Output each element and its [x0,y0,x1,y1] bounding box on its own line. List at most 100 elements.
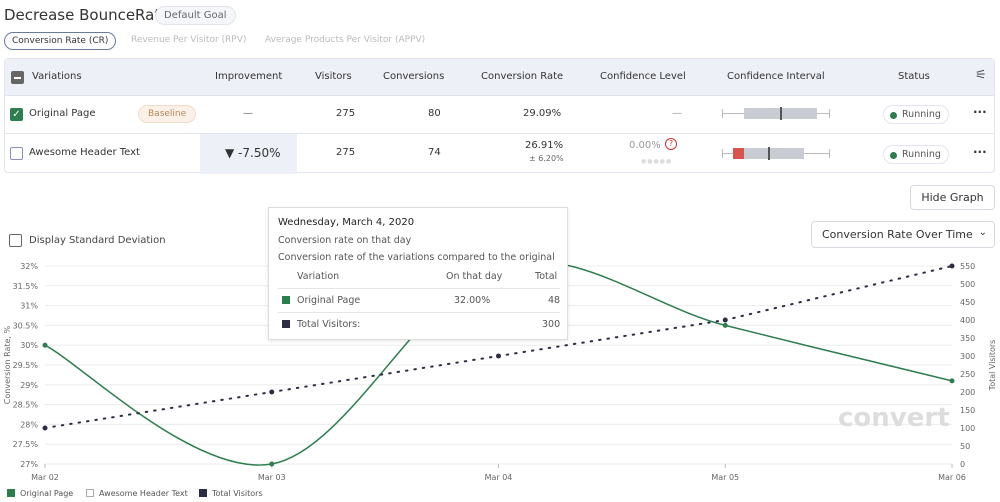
select-all-checkbox[interactable] [11,71,24,84]
total-visitors-point [269,389,275,395]
conversion-rate-margin: ± 6.20% [529,154,564,163]
conversion-rate: 29.09% [523,108,562,119]
std-dev-checkbox[interactable] [9,234,22,247]
tooltip-col-day: On that day [446,271,503,282]
legend-swatch [199,489,207,497]
page-title: Decrease BounceRate [4,6,170,24]
total-visitors-point [42,425,48,431]
y2-tick-label: 550 [960,262,975,271]
legend-swatch [7,489,15,497]
y2-tick-label: 250 [960,370,975,379]
original-page-point [949,378,955,384]
y2-tick-label: 500 [960,280,975,289]
y-tick-label: 30.5% [13,321,39,330]
col-improvement: Improvement [215,71,283,82]
y-tick-label: 30% [20,341,38,350]
y-tick-label: 28.5% [13,401,39,410]
table-row: ✓ Original Page Baseline — 275 80 29.09%… [5,96,994,134]
baseline-badge: Baseline [138,105,197,123]
std-dev-label: Display Standard Deviation [29,235,166,246]
tooltip-col-total: Total [535,271,558,282]
legend-label: Original Page [20,489,74,498]
x-tick-label: Mar 05 [711,473,739,482]
row-checkbox[interactable]: ✓ [10,108,23,121]
tooltip-line1: Conversion rate on that day [278,235,412,246]
col-status: Status [898,71,930,82]
hide-graph-button[interactable]: Hide Graph [910,185,995,210]
legend-label: Awesome Header Text [99,489,188,498]
tooltip-row2-name: Total Visitors: [297,319,361,330]
col-confidence-level: Confidence Level [600,71,686,82]
y-tick-label: 29% [20,381,38,390]
y-tick-label: 29.5% [13,361,39,370]
x-tick-label: Mar 04 [485,473,513,482]
y-tick-label: 28% [20,420,38,429]
legend-total-visitors[interactable]: Total Visitors [199,489,263,498]
y2-tick-label: 300 [960,352,975,361]
y2-tick-label: 0 [960,460,965,469]
col-conversions: Conversions [383,71,445,82]
table-row: Awesome Header Text ▼ -7.50% 275 74 26.9… [5,134,994,174]
y-tick-label: 32% [20,262,38,271]
row-checkbox[interactable] [10,147,23,160]
convert-watermark: convert [838,403,950,433]
chart-type-value: Conversion Rate Over Time [822,228,973,241]
y2-tick-label: 150 [960,406,975,415]
legend-original-page[interactable]: Original Page [7,489,73,498]
total-visitors-point [722,317,728,323]
total-visitors-point [496,353,501,359]
tab-average-products[interactable]: Average Products Per Visitor (APPV) [258,32,432,48]
tab-conversion-rate[interactable]: Conversion Rate (CR) [4,32,117,50]
tooltip-row1-total: 48 [548,295,561,306]
x-tick-label: Mar 03 [258,473,286,482]
col-variations: Variations [32,71,82,82]
y-tick-label: 31.5% [13,282,39,291]
y2-tick-label: 50 [960,442,970,451]
chart-type-select[interactable]: Conversion Rate Over Time ⌄ [811,221,995,248]
visitors: 275 [336,147,356,158]
status-badge: Running [883,145,949,164]
legend-label: Total Visitors [212,489,263,498]
variations-table: Variations Improvement Visitors Conversi… [4,58,995,174]
confidence-level: 0.00% [629,140,661,151]
improvement: ▼ -7.50% [225,146,281,160]
tooltip-row1-day: 32.00% [454,295,491,306]
original-swatch [282,296,290,304]
legend-swatch [86,489,94,497]
original-page-point [269,461,275,467]
y2-tick-label: 100 [960,424,975,433]
tooltip-row1-name: Original Page [297,295,361,306]
legend-awesome-header[interactable]: Awesome Header Text [86,489,188,498]
y-tick-label: 27% [20,460,38,469]
confidence-dots: ●●●●● [641,158,673,165]
original-page-point [722,322,728,328]
conversions: 80 [428,108,441,119]
variation-name: Awesome Header Text [29,147,140,158]
more-options-icon[interactable]: ··· [973,105,987,119]
confidence-interval-plot [722,146,830,161]
chart-tooltip: Wednesday, March 4, 2020 Conversion rate… [268,207,568,340]
col-visitors: Visitors [315,71,352,82]
tab-revenue-per-visitor[interactable]: Revenue Per Visitor (RPV) [124,32,253,48]
conversion-rate: 26.91% [525,140,564,151]
visitors-swatch [282,320,290,328]
tooltip-line2: Conversion rate of the variations compar… [278,252,555,263]
total-visitors-point [949,263,955,269]
variation-name: Original Page [29,108,96,119]
more-options-icon[interactable]: ··· [973,145,987,159]
goal-badge: Default Goal [155,6,236,25]
help-icon[interactable]: ? [665,138,677,150]
y-axis-title: Conversion Rate, % [3,325,12,404]
tooltip-col-variation: Variation [297,271,340,282]
x-tick-label: Mar 02 [31,473,59,482]
col-conversion-rate: Conversion Rate [481,71,564,82]
y2-axis-title: Total Visitors [988,340,997,392]
confidence-level: — [672,108,682,119]
visitors: 275 [336,108,356,119]
y2-tick-label: 400 [960,316,975,325]
column-settings-icon[interactable]: ⚟ [975,68,987,83]
y2-tick-label: 350 [960,334,975,343]
conversions: 74 [428,147,441,158]
y-tick-label: 27.5% [13,440,39,449]
y2-tick-label: 450 [960,298,975,307]
